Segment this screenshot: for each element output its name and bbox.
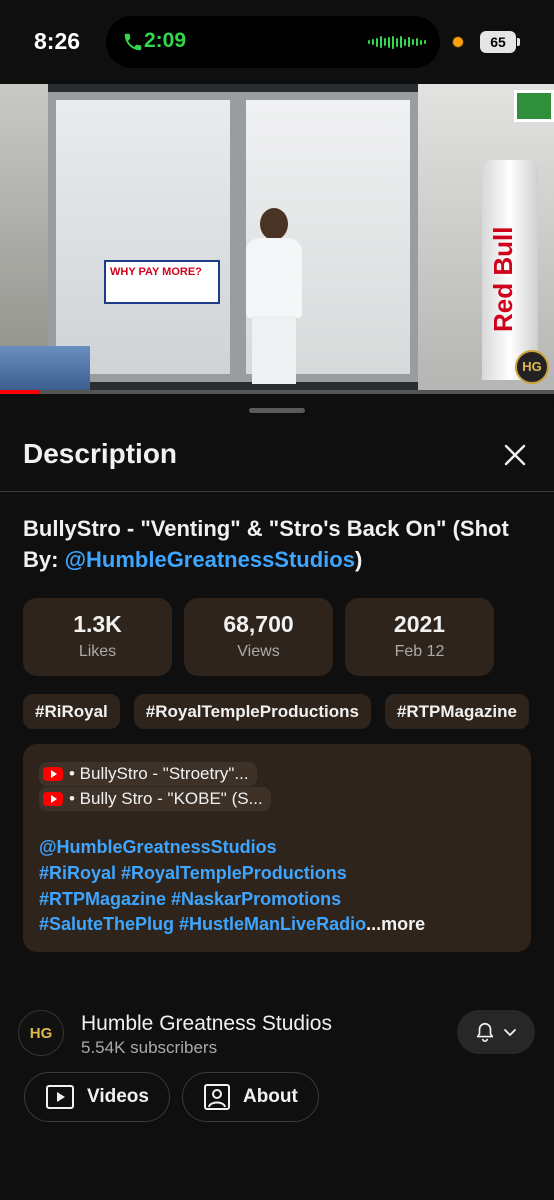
linked-video-title: • BullyStro - "Stroetry"... [69, 764, 249, 783]
description-sheet: Description BullyStro - "Venting" & "Str… [0, 394, 554, 1200]
video-scene-wall [0, 84, 48, 390]
video-title: BullyStro - "Venting" & "Stro's Back On"… [23, 513, 533, 575]
video-scene-sign: WHY PAY MORE? [104, 260, 220, 304]
description-link-last: #SaluteThePlug #HustleManLiveRadio...mor… [39, 914, 425, 935]
close-icon [504, 444, 526, 466]
description-box[interactable]: • BullyStro - "Stroetry"... • Bully Stro… [23, 744, 531, 952]
channel-row[interactable]: HG Humble Greatness Studios 5.54K subscr… [18, 1008, 538, 1064]
phone-icon [124, 33, 142, 51]
youtube-icon [43, 792, 63, 806]
stat-label: Likes [78, 643, 117, 660]
video-scene-green-sign [514, 90, 554, 122]
video-scene-sign-text: WHY PAY MORE? [110, 266, 202, 278]
about-button-label: About [242, 1086, 298, 1107]
stat-date: 2021 Feb 12 [345, 598, 494, 676]
stat-value: 68,700 [223, 611, 294, 637]
description-link[interactable]: #RTPMagazine #NaskarPromotions [39, 889, 341, 910]
linked-video-chip[interactable]: • BullyStro - "Stroetry"... [39, 762, 257, 786]
stat-label: Feb 12 [394, 643, 445, 660]
more-button[interactable]: ...more [366, 914, 425, 934]
person-head [260, 208, 288, 240]
stat-likes: 1.3K Likes [23, 598, 172, 676]
bell-icon [476, 1022, 494, 1042]
status-time: 8:26 [34, 28, 81, 54]
person-legs [252, 316, 296, 384]
description-link[interactable]: #RiRoyal #RoyalTempleProductions [39, 863, 347, 884]
video-title-channel-link[interactable]: @HumbleGreatnessStudios [65, 547, 355, 572]
stat-value: 1.3K [73, 611, 122, 637]
stat-views: 68,700 Views [184, 598, 333, 676]
divider [0, 491, 554, 492]
videos-button-label: Videos [87, 1086, 149, 1107]
sheet-title: Description [23, 438, 178, 469]
video-scene-door-left [48, 92, 238, 382]
call-duration: 2:09 [144, 29, 187, 52]
channel-avatar[interactable]: HG [18, 1010, 64, 1056]
play-box-icon [46, 1085, 74, 1109]
hashtag-chip[interactable]: #RoyalTempleProductions [133, 694, 371, 729]
chevron-down-icon [504, 1029, 516, 1036]
description-link[interactable]: @HumbleGreatnessStudios [39, 837, 277, 858]
audio-wave-icon [368, 35, 426, 49]
youtube-icon [43, 767, 63, 781]
stat-value: 2021 [393, 611, 446, 637]
video-title-end: ) [354, 547, 363, 572]
description-link[interactable]: #SaluteThePlug #HustleManLiveRadio [39, 914, 366, 934]
sheet-drag-handle[interactable] [249, 408, 305, 413]
hashtag-row: #RiRoyal #RoyalTempleProductions #RTPMag… [23, 694, 529, 729]
channel-buttons: Videos About [24, 1072, 319, 1122]
stat-label: Views [237, 643, 280, 660]
video-scene-shelf [0, 346, 90, 390]
video-scene-person [242, 208, 304, 384]
close-button[interactable] [498, 438, 532, 472]
linked-video-chip[interactable]: • Bully Stro - "KOBE" (S... [39, 787, 271, 811]
channel-subscribers: 5.54K subscribers [81, 1038, 218, 1057]
dynamic-island-call[interactable]: 2:09 [106, 16, 440, 68]
hashtag-chip[interactable]: #RiRoyal [23, 694, 120, 729]
video-watermark-logo: HG [515, 350, 549, 384]
battery-icon: 65 [480, 31, 520, 53]
videos-button[interactable]: Videos [24, 1072, 170, 1122]
video-stats: 1.3K Likes 68,700 Views 2021 Feb 12 [23, 598, 494, 676]
video-scene-fridge-brand: Red Bull [488, 226, 518, 332]
privacy-indicator-icon [452, 36, 464, 48]
status-bar: 8:26 2:09 65 [0, 0, 554, 84]
video-player[interactable]: Red Bull WHY PAY MORE? HG [0, 84, 554, 390]
person-body [246, 238, 302, 318]
linked-video-title: • Bully Stro - "KOBE" (S... [69, 789, 263, 808]
person-box-icon [203, 1084, 230, 1110]
hashtag-chip[interactable]: #RTPMagazine [384, 694, 529, 729]
channel-name[interactable]: Humble Greatness Studios [81, 1012, 332, 1036]
about-button[interactable]: About [181, 1072, 319, 1122]
notification-bell-button[interactable] [457, 1010, 535, 1054]
